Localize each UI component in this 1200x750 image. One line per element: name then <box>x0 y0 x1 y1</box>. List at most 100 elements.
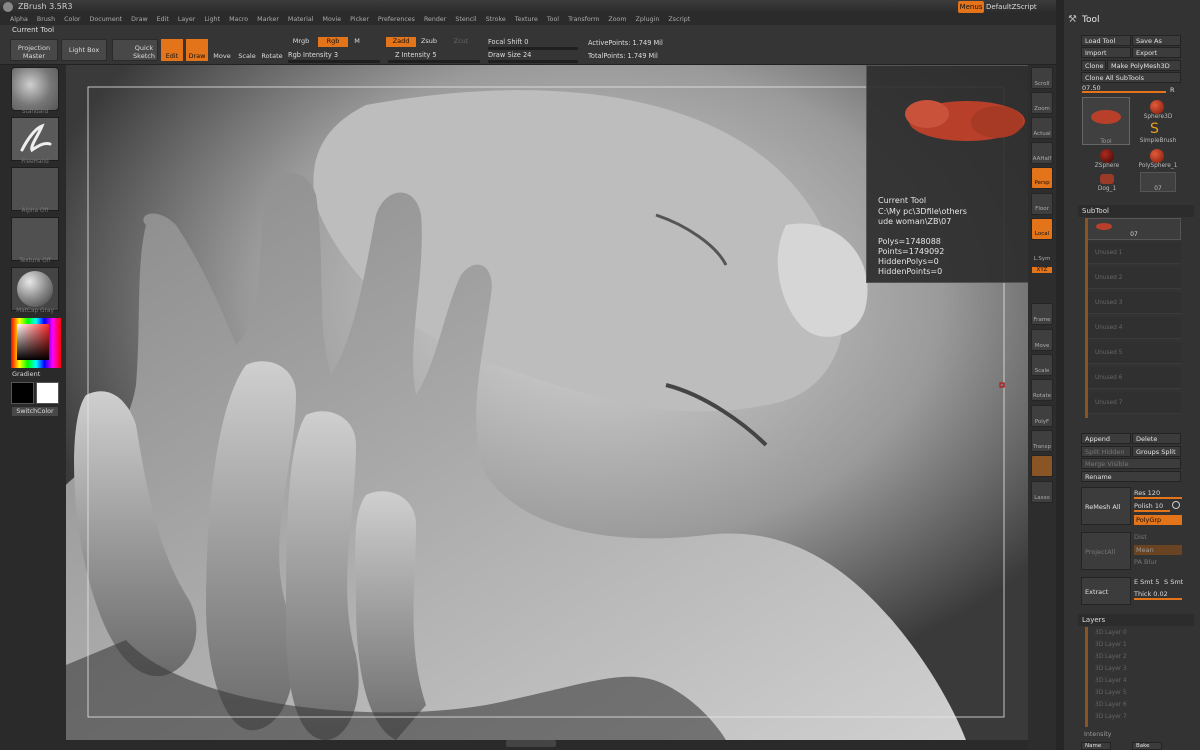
polygrp-button[interactable]: PolyGrp <box>1134 515 1182 525</box>
subtool-scrollbar[interactable] <box>1085 218 1088 418</box>
menu-zscript[interactable]: Zscript <box>668 14 690 25</box>
append-button[interactable]: Append <box>1081 433 1131 444</box>
dog-thumb[interactable] <box>1100 174 1114 184</box>
polish-slider[interactable]: Polish 10 <box>1134 502 1170 512</box>
layer-row[interactable]: 3D Layer 4 <box>1085 675 1181 687</box>
rename-button[interactable]: Rename <box>1081 471 1181 482</box>
quick-sketch-button[interactable]: Quick Sketch <box>112 39 158 61</box>
tool-thumb-active[interactable] <box>1082 97 1130 145</box>
subtool-unused-row[interactable]: Unused 5 <box>1085 342 1181 364</box>
secondary-color-swatch[interactable] <box>36 382 59 404</box>
bottom-shelf-toggle[interactable] <box>506 740 556 747</box>
layers-header[interactable]: Layers <box>1078 614 1194 626</box>
layer-row[interactable]: 3D Layer 1 <box>1085 639 1181 651</box>
split-hidden-button[interactable]: Split Hidden <box>1081 446 1131 457</box>
move-button[interactable]: Move <box>211 39 233 61</box>
mrgb-button[interactable]: Mrgb <box>287 37 315 47</box>
export-button[interactable]: Export <box>1132 47 1181 58</box>
mean-button[interactable]: Mean <box>1134 545 1182 555</box>
menu-zplugin[interactable]: Zplugin <box>636 14 660 25</box>
tool-size-slider[interactable]: 07.50 <box>1082 84 1166 93</box>
edit-button[interactable]: Edit <box>161 39 183 61</box>
res-slider[interactable]: Res 120 <box>1134 489 1182 499</box>
menu-stroke[interactable]: Stroke <box>486 14 506 25</box>
layer-bake-button[interactable]: Bake <box>1132 742 1162 750</box>
simplebrush-thumb-icon[interactable]: S <box>1150 122 1159 136</box>
thick-slider[interactable]: Thick 0.02 <box>1134 590 1182 600</box>
lsym-label[interactable]: L.Sym <box>1028 256 1056 262</box>
layer-row[interactable]: 3D Layer 7 <box>1085 711 1181 723</box>
menu-picker[interactable]: Picker <box>350 14 369 25</box>
menu-texture[interactable]: Texture <box>515 14 538 25</box>
z-intensity-slider[interactable] <box>388 60 480 63</box>
focal-shift-slider[interactable] <box>488 47 578 50</box>
zcut-button[interactable]: Zcut <box>450 37 472 47</box>
projection-master-button[interactable]: Projection Master <box>10 39 58 61</box>
layer-name-button[interactable]: Name <box>1081 742 1111 750</box>
r-button[interactable]: R <box>1170 86 1175 94</box>
layer-row[interactable]: 3D Layer 2 <box>1085 651 1181 663</box>
polysphere-thumb[interactable] <box>1150 149 1164 163</box>
remesh-all-button[interactable]: ReMesh All <box>1081 487 1131 525</box>
zsub-button[interactable]: Zsub <box>418 37 440 47</box>
rgb-button[interactable]: Rgb <box>318 37 348 47</box>
standard-brush-thumb[interactable] <box>11 67 59 111</box>
clone-all-subtools-button[interactable]: Clone All SubTools <box>1081 72 1181 83</box>
ghost-button[interactable] <box>1031 455 1053 477</box>
menu-stencil[interactable]: Stencil <box>455 14 476 25</box>
layer-row[interactable]: 3D Layer 3 <box>1085 663 1181 675</box>
sphere3d-thumb[interactable] <box>1150 100 1164 114</box>
main-color-swatch[interactable] <box>11 382 34 404</box>
subtool-unused-row[interactable]: Unused 2 <box>1085 267 1181 289</box>
freehand-stroke-thumb[interactable] <box>11 117 59 161</box>
matcap-thumb[interactable] <box>11 267 59 311</box>
subtool-header[interactable]: SubTool <box>1078 205 1194 217</box>
menu-marker[interactable]: Marker <box>257 14 279 25</box>
light-box-button[interactable]: Light Box <box>61 39 107 61</box>
draw-size-slider[interactable] <box>488 60 578 63</box>
script-label[interactable]: DefaultZScript <box>986 1 1042 13</box>
layers-scrollbar[interactable] <box>1085 627 1088 727</box>
layer-row[interactable]: 3D Layer 5 <box>1085 687 1181 699</box>
zadd-button[interactable]: Zadd <box>386 37 416 47</box>
menu-transform[interactable]: Transform <box>568 14 599 25</box>
tray-divider[interactable] <box>1056 0 1064 750</box>
import-button[interactable]: Import <box>1081 47 1131 58</box>
groups-split-button[interactable]: Groups Split <box>1132 446 1181 457</box>
menu-layer[interactable]: Layer <box>178 14 196 25</box>
load-tool-button[interactable]: Load Tool <box>1081 35 1131 46</box>
save-as-button[interactable]: Save As <box>1132 35 1181 46</box>
menu-light[interactable]: Light <box>204 14 220 25</box>
zsphere-thumb[interactable] <box>1100 149 1114 163</box>
rotate-button[interactable]: Rotate <box>261 39 283 61</box>
menu-document[interactable]: Document <box>90 14 123 25</box>
alpha-thumb[interactable] <box>11 167 59 211</box>
subtool-unused-row[interactable]: Unused 1 <box>1085 242 1181 264</box>
clone-button[interactable]: Clone <box>1081 60 1106 71</box>
s-smt-slider[interactable]: S Smt <box>1164 578 1183 586</box>
scale-button[interactable]: Scale <box>236 39 258 61</box>
subtool-unused-row[interactable]: Unused 7 <box>1085 392 1181 414</box>
delete-button[interactable]: Delete <box>1132 433 1181 444</box>
merge-visible-button[interactable]: Merge Visible <box>1081 458 1181 469</box>
menus-button[interactable]: Menus <box>958 1 984 13</box>
m-button[interactable]: M <box>350 37 364 47</box>
project-all-button[interactable]: ProjectAll <box>1081 532 1131 570</box>
menu-draw[interactable]: Draw <box>131 14 147 25</box>
menu-brush[interactable]: Brush <box>37 14 55 25</box>
menu-render[interactable]: Render <box>424 14 446 25</box>
layer-row[interactable]: 3D Layer 6 <box>1085 699 1181 711</box>
menu-movie[interactable]: Movie <box>323 14 342 25</box>
rgb-intensity-slider[interactable] <box>288 60 380 63</box>
texture-thumb[interactable] <box>11 217 59 261</box>
menu-preferences[interactable]: Preferences <box>378 14 415 25</box>
subtool-unused-row[interactable]: Unused 6 <box>1085 367 1181 389</box>
polish-toggle[interactable] <box>1172 501 1180 509</box>
subtool-active-row[interactable]: 07 <box>1085 218 1181 240</box>
subtool-unused-row[interactable]: Unused 4 <box>1085 317 1181 339</box>
pa-blur-slider[interactable]: PA Blur <box>1134 558 1157 566</box>
e-smt-slider[interactable]: E Smt 5 <box>1134 578 1159 586</box>
color-picker-square[interactable] <box>17 324 49 360</box>
dist-slider[interactable]: Dist <box>1134 533 1147 541</box>
extract-button[interactable]: Extract <box>1081 577 1131 605</box>
